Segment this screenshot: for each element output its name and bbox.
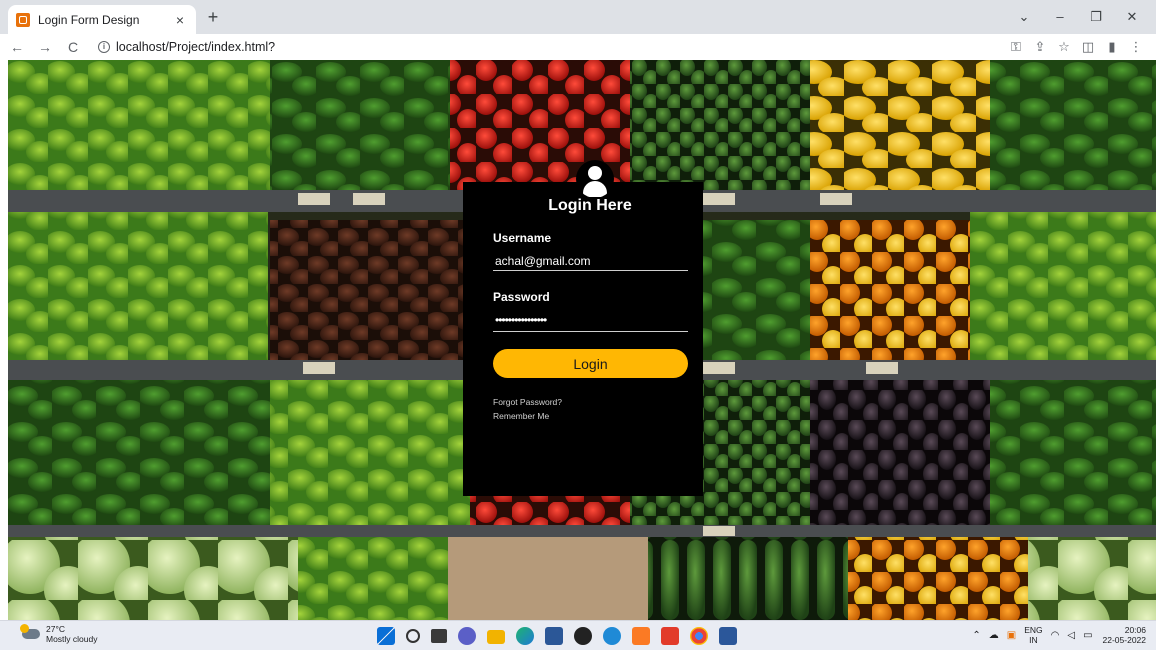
clock[interactable]: 20:06 22-05-2022 [1103,625,1146,645]
url-field[interactable]: localhost/Project/index.html? [116,40,275,54]
login-form [463,182,703,496]
word-icon[interactable] [719,627,737,645]
cloud-icon[interactable]: ☁ [989,630,999,641]
language-code: ENG [1024,625,1043,635]
taskbar: 27°C Mostly cloudy ⌃ ☁ ▣ ENG IN ◠ ◁ ▭ 20… [0,620,1156,650]
avatar-body [583,181,607,197]
tab-close-icon[interactable]: × [172,12,188,28]
wifi-icon[interactable]: ◠ [1051,630,1060,641]
system-tray: ⌃ ☁ ▣ ENG IN ◠ ◁ ▭ 20:06 22-05-2022 [964,625,1146,645]
xampp-tray-icon[interactable]: ▣ [1007,630,1016,641]
github-icon[interactable] [574,627,592,645]
share-icon[interactable]: ⇪ [1030,38,1050,56]
forgot-password-link[interactable]: Forgot Password? [493,397,562,407]
battery-icon[interactable]: ▭ [1083,630,1092,641]
weather-widget[interactable]: 27°C Mostly cloudy [20,624,98,644]
profile-icon[interactable]: ▮ [1102,38,1122,56]
region-code: IN [1029,635,1038,645]
time: 20:06 [1124,625,1146,635]
task-view-icon[interactable] [431,629,447,643]
windows-start-icon[interactable] [377,627,395,645]
sidepanel-icon[interactable]: ◫ [1078,38,1098,56]
file-explorer-icon[interactable] [487,630,505,644]
minimize-button[interactable]: – [1042,6,1078,28]
forward-button[interactable]: → [34,39,56,55]
close-window-button[interactable]: ✕ [1114,6,1150,28]
xampp-favicon-icon [16,12,30,27]
avatar-head [588,166,602,180]
tab-search-icon[interactable]: ⌄ [1006,6,1042,28]
new-tab-button[interactable]: + [203,8,223,26]
weather-condition: Mostly cloudy [46,634,98,644]
store-icon[interactable] [545,627,563,645]
reload-button[interactable]: C [62,39,84,55]
login-title: Login Here [548,197,632,214]
browser-tab-strip: Login Form Design × + ⌄ – ❐ ✕ [0,0,1156,34]
chevron-up-icon[interactable]: ⌃ [972,630,980,641]
password-input[interactable] [493,309,688,332]
username-input[interactable] [493,251,688,271]
password-label: Password [493,290,550,304]
address-bar: ← → C i localhost/Project/index.html? ⚿ … [0,34,1156,60]
partly-cloudy-icon [20,624,40,639]
xampp-icon[interactable] [632,627,650,645]
star-icon[interactable]: ☆ [1054,38,1074,56]
volume-icon[interactable]: ◁ [1067,630,1075,641]
chat-icon[interactable] [458,627,476,645]
restore-button[interactable]: ❐ [1078,6,1114,28]
edge-icon[interactable] [516,627,534,645]
back-button[interactable]: ← [6,39,28,55]
temperature: 27°C [46,624,65,634]
user-avatar-icon [576,160,614,198]
username-label: Username [493,231,552,245]
tab-title: Login Form Design [38,12,140,27]
remember-me-link[interactable]: Remember Me [493,411,549,421]
date: 22-05-2022 [1102,635,1146,645]
site-info-icon[interactable]: i [98,41,110,53]
chrome-icon[interactable] [690,627,708,645]
search-icon[interactable] [406,629,420,643]
window-controls: ⌄ – ❐ ✕ [1006,6,1150,28]
menu-icon[interactable]: ⋮ [1126,38,1146,56]
key-icon[interactable]: ⚿ [1006,38,1026,56]
weather-text: 27°C Mostly cloudy [46,624,98,644]
toolbar-icons: ⚿ ⇪ ☆ ◫ ▮ ⋮ [1002,38,1146,56]
browser-tab[interactable]: Login Form Design × [8,5,196,34]
sublime-icon[interactable] [661,627,679,645]
language-indicator[interactable]: ENG IN [1024,625,1042,645]
login-button[interactable]: Login [493,349,688,378]
taskbar-apps [377,627,737,645]
app-icon[interactable] [603,627,621,645]
